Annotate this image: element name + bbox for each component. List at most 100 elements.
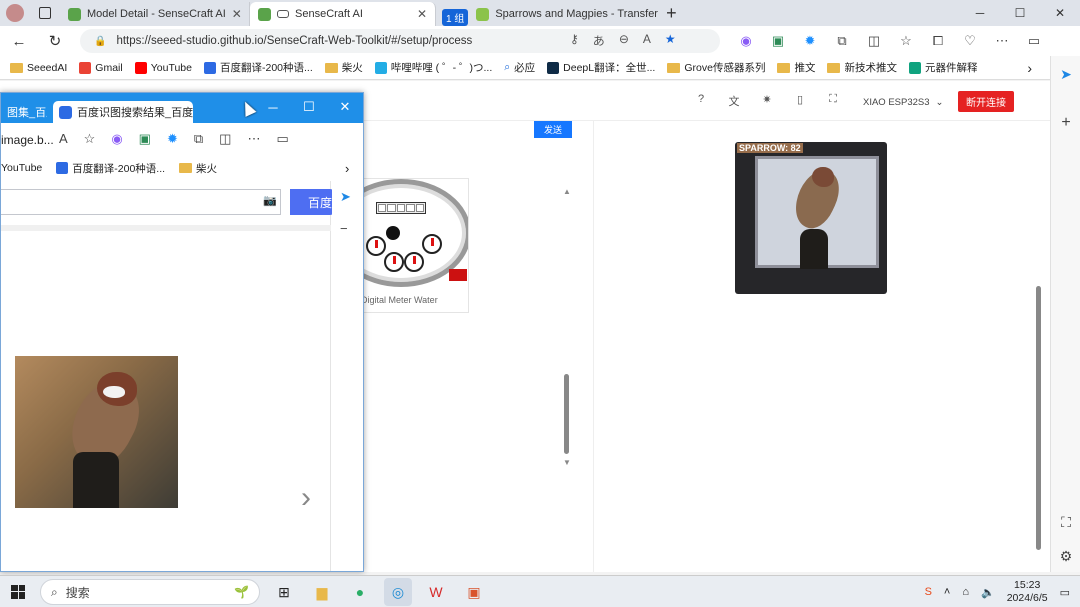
sparrow-photo[interactable] <box>15 356 178 508</box>
fullscreen-icon[interactable]: ⛶ <box>826 93 840 109</box>
close-window-button[interactable]: ✕ <box>1040 0 1080 26</box>
float-tab-images[interactable]: 图集_百度... <box>1 101 47 123</box>
float-tab-baidu-result[interactable]: 百度识图搜索结果_百度 <box>53 101 193 123</box>
bookmark-item[interactable]: 元器件解释 <box>908 60 977 75</box>
scroll-up-icon[interactable]: ▲ <box>563 187 571 196</box>
tab-label: 百度识图搜索结果_百度 <box>77 107 193 119</box>
profile-button[interactable] <box>0 0 30 26</box>
bookmark-item[interactable]: Gmail <box>79 61 123 74</box>
more-icon[interactable]: ⋯ <box>247 131 260 147</box>
extension-icon[interactable]: ◉ <box>736 31 756 51</box>
extension-icon[interactable]: ◉ <box>111 131 122 147</box>
sidebar-toggle-icon[interactable]: ▭ <box>276 131 288 147</box>
performance-icon[interactable]: ♡ <box>960 31 980 51</box>
telegram-icon[interactable]: ➤ <box>340 189 351 205</box>
close-window-button[interactable]: ✕ <box>327 93 363 121</box>
maximize-button[interactable]: ☐ <box>291 93 327 121</box>
extension-badge-icon[interactable]: ▣ <box>139 131 151 147</box>
app-icon[interactable]: ▣ <box>460 578 488 606</box>
volume-icon[interactable]: 🔈 <box>981 586 995 599</box>
bookmark-item[interactable]: YouTube <box>134 61 192 74</box>
bookmark-item[interactable]: SeeedAI <box>10 62 67 74</box>
collections-icon[interactable]: ⧠ <box>928 31 948 51</box>
refresh-button[interactable]: ↻ <box>40 32 70 50</box>
tab-model-detail[interactable]: Model Detail - SenseCraft AI ✕ <box>60 2 250 26</box>
baidu-search-button[interactable]: 百度 <box>290 189 334 215</box>
minimize-button[interactable]: ─ <box>255 93 291 121</box>
more-icon[interactable]: ⋯ <box>992 31 1012 51</box>
bookmark-item[interactable]: 推文 <box>777 60 815 75</box>
workspaces-button[interactable] <box>30 0 60 26</box>
bookmark-item[interactable]: 哔哩哔哩 ( ゜- ゜)つ... <box>374 60 492 75</box>
zoom-icon[interactable]: ⊖ <box>619 32 629 49</box>
split-screen-icon[interactable]: ◫ <box>864 31 884 51</box>
settings-gear-icon[interactable]: ⚙ <box>1058 548 1074 565</box>
bookmark-item[interactable]: DeepL翻译：全世... <box>547 60 655 75</box>
left-scrollbar-thumb[interactable] <box>564 374 569 454</box>
tab-sparrows[interactable]: Sparrows and Magpies - Transfer ✕ <box>468 2 658 26</box>
camera-icon[interactable]: 📷 <box>263 194 277 207</box>
tab-group-badge[interactable]: 1 组 <box>442 9 469 26</box>
help-icon[interactable]: ? <box>694 93 708 109</box>
network-icon[interactable]: ⌂ <box>962 586 969 598</box>
taskbar-search[interactable]: ⌕ 搜索 🌱 <box>40 579 260 605</box>
favorites-icon[interactable]: ☆ <box>896 31 916 51</box>
bookmark-item[interactable]: 百度翻译-200种语... <box>203 60 313 75</box>
scroll-down-icon[interactable]: ▼ <box>563 458 571 467</box>
language-icon[interactable]: 文 <box>727 93 741 109</box>
wechat-icon[interactable]: ● <box>346 578 374 606</box>
extension-blue-icon[interactable]: ✹ <box>167 131 178 147</box>
theme-icon[interactable]: ✷ <box>760 93 774 109</box>
close-icon[interactable]: ✕ <box>417 7 427 21</box>
bookmark-item[interactable]: 百度翻译-200种语... <box>56 161 165 176</box>
bookmarks-overflow-chevron-icon[interactable]: › <box>1027 60 1032 76</box>
favorite-star-icon[interactable]: ☆ <box>84 131 96 147</box>
read-aloud-icon[interactable]: A <box>59 131 68 147</box>
back-button[interactable]: ← <box>4 33 34 50</box>
extensions-puzzle-icon[interactable]: ⧉ <box>194 131 203 147</box>
extensions-puzzle-icon[interactable]: ⧉ <box>832 31 852 51</box>
send-button[interactable]: 发送 <box>534 121 572 138</box>
telegram-icon[interactable]: ➤ <box>1058 66 1074 83</box>
device-select[interactable]: XIAO ESP32S3 ⌄ <box>855 93 945 111</box>
favorite-star-icon[interactable]: ★ <box>665 32 676 49</box>
read-aloud-icon[interactable]: A <box>643 32 651 49</box>
translate-icon[interactable]: あ <box>593 32 605 49</box>
sogou-ime-icon[interactable]: S <box>925 586 932 598</box>
document-icon[interactable]: ▯ <box>793 93 807 109</box>
bookmark-item[interactable]: ⌕ 必应 <box>504 60 535 75</box>
start-button[interactable] <box>0 576 36 607</box>
task-view-icon[interactable]: ⊞ <box>270 578 298 606</box>
extension-blue-icon[interactable]: ✹ <box>800 31 820 51</box>
close-icon[interactable]: ✕ <box>232 7 242 21</box>
tab-sensecraft[interactable]: SenseCraft AI ✕ <box>250 2 436 26</box>
wps-icon[interactable]: W <box>422 578 450 606</box>
new-tab-button[interactable]: + <box>658 2 684 26</box>
tray-overflow-chevron-icon[interactable]: ˄ <box>944 586 950 598</box>
extension-badge-icon[interactable]: ▣ <box>768 31 788 51</box>
next-arrow-icon[interactable]: › <box>301 481 311 515</box>
bookmark-item[interactable]: YouTube <box>1 162 42 174</box>
minus-icon[interactable]: − <box>340 221 348 236</box>
float-url-text[interactable]: image.b... <box>1 133 54 147</box>
bookmarks-overflow-chevron-icon[interactable]: › <box>345 161 349 176</box>
clock[interactable]: 15:23 2024/6/5 <box>1007 579 1048 605</box>
bookmark-item[interactable]: 新技术推文 <box>827 60 897 75</box>
key-icon[interactable]: ⚷ <box>570 32 579 49</box>
minimize-button[interactable]: ─ <box>960 0 1000 26</box>
screenshot-icon[interactable]: ⛶ <box>1058 514 1074 531</box>
baidu-search-input[interactable] <box>1 189 281 215</box>
maximize-button[interactable]: ☐ <box>1000 0 1040 26</box>
sidebar-toggle-icon[interactable]: ▭ <box>1024 31 1044 51</box>
bookmark-item[interactable]: Grove传感器系列 <box>667 60 765 75</box>
page-scrollbar-thumb[interactable] <box>1036 286 1041 550</box>
notification-icon[interactable]: ▭ <box>1060 586 1070 599</box>
edge-browser-icon[interactable]: ◎ <box>384 578 412 606</box>
split-screen-icon[interactable]: ◫ <box>219 131 231 147</box>
bookmark-item[interactable]: 柴火 <box>179 161 217 176</box>
disconnect-button[interactable]: 断开连接 <box>958 91 1014 112</box>
add-icon[interactable]: + <box>1058 114 1074 132</box>
file-explorer-icon[interactable]: ▆ <box>308 578 336 606</box>
model-card-digital-meter[interactable]: Digital Meter Water <box>360 178 469 313</box>
bookmark-item[interactable]: 柴火 <box>324 60 363 75</box>
